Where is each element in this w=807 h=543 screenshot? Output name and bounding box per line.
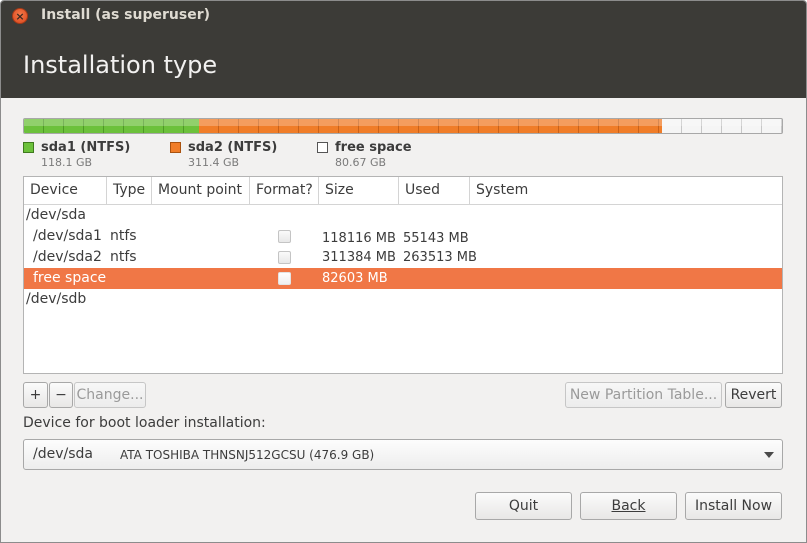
disk-segment-sda2 xyxy=(199,119,663,133)
table-row[interactable]: /dev/sda2 ntfs 311384 MB 263513 MB xyxy=(24,247,782,268)
cell-size: 118116 MB xyxy=(322,231,396,246)
column-header-mount-point[interactable]: Mount point xyxy=(152,177,250,204)
table-row-selected[interactable]: free space 82603 MB xyxy=(24,268,782,289)
disk-segment-sda1 xyxy=(24,119,200,133)
legend-swatch xyxy=(317,142,328,153)
boot-device-description: ATA TOSHIBA THNSNJ512GCSU (476.9 GB) xyxy=(120,448,375,462)
column-header-format[interactable]: Format? xyxy=(250,177,319,204)
legend-label: sda2 (NTFS) xyxy=(188,140,278,155)
change-partition-button[interactable]: Change... xyxy=(74,382,146,408)
close-icon[interactable]: × xyxy=(12,8,28,24)
dropdown-arrow-icon xyxy=(764,452,774,458)
column-header-size[interactable]: Size xyxy=(319,177,399,204)
disk-usage-bar xyxy=(23,118,783,134)
cell-device: /dev/sda2 xyxy=(33,249,102,265)
window-title: Install (as superuser) xyxy=(41,7,210,23)
revert-button[interactable]: Revert xyxy=(725,382,782,408)
remove-partition-button[interactable]: − xyxy=(49,382,73,408)
format-checkbox[interactable] xyxy=(278,251,291,264)
legend-label: free space xyxy=(335,140,412,155)
disk-segment-free xyxy=(662,119,782,133)
legend-size: 311.4 GB xyxy=(188,156,240,169)
table-header: Device Type Mount point Format? Size Use… xyxy=(24,177,782,205)
legend-size: 118.1 GB xyxy=(41,156,93,169)
table-row[interactable]: /dev/sdb xyxy=(24,289,782,310)
page-title: Installation type xyxy=(23,51,218,79)
legend-swatch xyxy=(170,142,181,153)
column-header-used[interactable]: Used xyxy=(399,177,470,204)
cell-size: 311384 MB xyxy=(322,250,396,265)
boot-device-name: /dev/sda xyxy=(33,446,93,462)
install-now-button[interactable]: Install Now xyxy=(685,492,782,520)
back-button[interactable]: Back xyxy=(580,492,677,520)
cell-type: ntfs xyxy=(110,249,137,265)
legend-swatch xyxy=(23,142,34,153)
column-header-system[interactable]: System xyxy=(470,177,782,204)
column-header-device[interactable]: Device xyxy=(24,177,107,204)
back-button-label: Back xyxy=(611,498,646,514)
title-bar: × Install (as superuser) xyxy=(1,1,806,31)
legend-label: sda1 (NTFS) xyxy=(41,140,131,155)
format-checkbox[interactable] xyxy=(278,272,291,285)
table-row[interactable]: /dev/sda1 ntfs 118116 MB 55143 MB xyxy=(24,226,782,247)
cell-device: /dev/sda xyxy=(26,207,86,223)
cell-size: 82603 MB xyxy=(322,271,388,286)
cell-used: 55143 MB xyxy=(403,231,469,246)
boot-loader-label: Device for boot loader installation: xyxy=(23,415,266,431)
installer-window: × Install (as superuser) Installation ty… xyxy=(0,0,807,543)
legend-size: 80.67 GB xyxy=(335,156,387,169)
add-partition-button[interactable]: + xyxy=(23,382,48,408)
quit-button[interactable]: Quit xyxy=(475,492,572,520)
format-checkbox[interactable] xyxy=(278,230,291,243)
page-header: Installation type xyxy=(1,31,806,98)
partition-table: Device Type Mount point Format? Size Use… xyxy=(23,176,783,374)
cell-device: /dev/sda1 xyxy=(33,228,102,244)
boot-loader-device-select[interactable]: /dev/sda ATA TOSHIBA THNSNJ512GCSU (476.… xyxy=(23,439,783,470)
table-row[interactable]: /dev/sda xyxy=(24,205,782,226)
cell-device: free space xyxy=(33,270,107,286)
cell-used: 263513 MB xyxy=(403,250,477,265)
new-partition-table-button[interactable]: New Partition Table... xyxy=(565,382,722,408)
cell-device: /dev/sdb xyxy=(26,291,87,307)
cell-type: ntfs xyxy=(110,228,137,244)
column-header-type[interactable]: Type xyxy=(107,177,152,204)
